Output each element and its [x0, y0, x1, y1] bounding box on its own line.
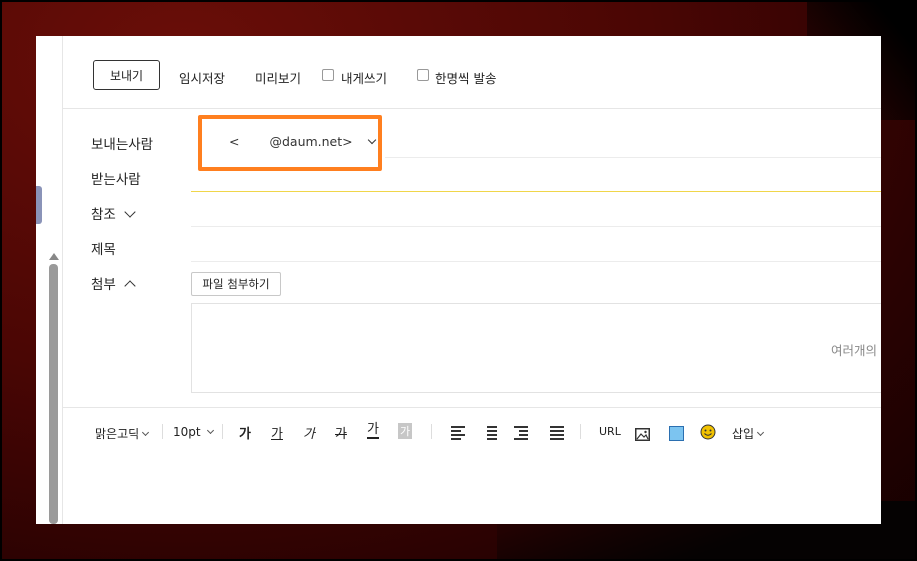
divider [385, 157, 881, 158]
indent-icon[interactable] [514, 426, 528, 440]
attach-file-button[interactable]: 파일 첨부하기 [191, 272, 281, 296]
chevron-down-icon [142, 428, 150, 437]
font-name: 맑은고딕 [95, 427, 140, 441]
preview-button[interactable]: 미리보기 [255, 68, 301, 87]
editor-toolbar: 맑은고딕 10pt 가 가 가 가 가 가 URL 삽입 [63, 407, 881, 458]
font-size: 10pt [173, 425, 201, 439]
attach-toggle[interactable]: 첨부 [91, 273, 136, 293]
insert-url-button[interactable]: URL [599, 425, 621, 438]
font-size-select[interactable]: 10pt [173, 425, 214, 439]
strikethrough-button[interactable]: 가 [335, 423, 347, 442]
underline-button[interactable]: 가 [271, 423, 283, 442]
insert-label: 삽입 [732, 427, 755, 441]
text-color-button[interactable]: 가 [367, 423, 379, 439]
save-draft-button[interactable]: 임시저장 [179, 68, 225, 87]
scrollbar[interactable] [49, 264, 58, 524]
attach-label: 첨부 [91, 277, 116, 293]
individual-send-label[interactable]: 한명씩 발송 [435, 68, 496, 87]
side-tab[interactable] [36, 186, 42, 224]
separator [162, 424, 163, 439]
image-icon[interactable] [635, 426, 650, 445]
to-me-label[interactable]: 내게쓰기 [341, 68, 387, 87]
cc-input[interactable] [191, 226, 881, 227]
cc-toggle[interactable]: 참조 [91, 203, 136, 223]
bold-button[interactable]: 가 [239, 423, 251, 442]
chevron-down-icon [206, 426, 214, 435]
editor-body[interactable] [63, 457, 881, 524]
compose-toolbar: 보내기 임시저장 미리보기 내게쓰기 한명씩 발송 [63, 36, 881, 109]
dropzone-hint: 여러개의 [830, 343, 877, 358]
individual-send-checkbox[interactable] [417, 69, 429, 81]
recipient-input[interactable] [191, 191, 881, 192]
separator [222, 424, 223, 439]
left-panel [36, 36, 62, 524]
highlight-box [198, 115, 382, 171]
cc-label: 참조 [91, 207, 116, 223]
numbered-list-icon[interactable] [483, 426, 497, 440]
line-spacing-icon[interactable] [550, 426, 564, 440]
separator [580, 424, 581, 439]
to-me-checkbox[interactable] [322, 69, 334, 81]
separator [431, 424, 432, 439]
recipient-label: 받는사람 [91, 172, 141, 188]
chevron-down-icon [124, 206, 136, 218]
italic-button[interactable]: 가 [303, 423, 315, 442]
box-icon[interactable] [669, 426, 684, 441]
sender-label: 보내는사람 [91, 137, 154, 153]
align-left-icon[interactable] [451, 426, 465, 440]
background-color-button[interactable]: 가 [398, 423, 413, 439]
emoji-icon[interactable] [700, 424, 716, 444]
chevron-down-icon [757, 428, 765, 437]
send-button[interactable]: 보내기 [93, 60, 160, 90]
subject-input[interactable] [191, 261, 881, 262]
font-select[interactable]: 맑은고딕 [95, 425, 150, 442]
scroll-up-icon[interactable] [49, 253, 59, 260]
attachment-dropzone[interactable]: 여러개의 [191, 303, 881, 393]
subject-label: 제목 [91, 242, 116, 258]
chevron-up-icon [124, 280, 136, 292]
mail-compose-window: 보내기 임시저장 미리보기 내게쓰기 한명씩 발송 보내는사람 < @daum.… [36, 36, 881, 524]
insert-menu[interactable]: 삽입 [732, 425, 765, 442]
